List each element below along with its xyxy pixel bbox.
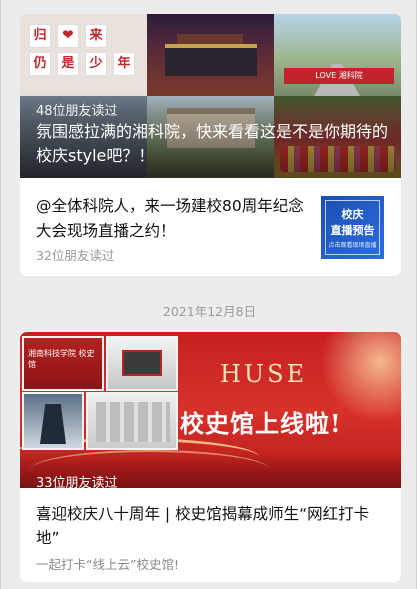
article-card-history-museum[interactable]: 湘南科技学院 校史馆 HUSE 校史馆上线啦! 33位朋友读过 喜迎校庆八十周年… <box>20 332 401 582</box>
char-board: 年 <box>113 52 135 76</box>
brand-text: HUSE <box>220 360 308 388</box>
museum-photo-screen <box>106 336 178 391</box>
livestream-thumbnail[interactable]: 校庆 直播预告 点击观看现场直播 <box>321 196 384 259</box>
gate-shape <box>165 44 257 76</box>
char-board: 是 <box>57 52 79 76</box>
article-cover-museum[interactable]: 湘南科技学院 校史馆 HUSE 校史馆上线啦! 33位朋友读过 <box>20 332 401 488</box>
friends-read-count: 32位朋友读过 <box>36 248 115 263</box>
love-banner: LOVE 湘科院 <box>284 68 394 84</box>
thumbnail-text: 直播预告 <box>330 224 375 237</box>
character-boards: 归 ❤ 来 仍是少年 <box>26 22 146 78</box>
article-digest: 一起打卡“线上云”校史馆! <box>36 557 179 572</box>
cover-photo-characters: 归 ❤ 来 仍是少年 <box>20 14 147 96</box>
hall-shape <box>40 404 66 444</box>
screen-shape <box>122 350 162 376</box>
char-board: 来 <box>85 24 107 48</box>
cover-slogan: 校史馆上线啦! <box>180 409 342 438</box>
museum-photo-sign: 湘南科技学院 校史馆 <box>22 336 104 391</box>
wall-shape <box>96 402 170 442</box>
cover-photo-night-gate <box>147 14 274 96</box>
thumbnail-text: 校庆 <box>341 208 364 221</box>
article-title[interactable]: 喜迎校庆八十周年 | 校史馆揭幕成师生“网红打卡地” <box>36 502 388 550</box>
article-cover-collage[interactable]: 归 ❤ 来 仍是少年 LOVE 湘科院 48位朋友读过 氛围感拉满的湘科院，快来看看… <box>20 14 401 178</box>
friends-read-count: 33位朋友读过 <box>36 476 118 488</box>
date-separator: 2021年12月8日 <box>162 304 257 319</box>
museum-photo-wall <box>86 392 178 450</box>
article-title-livestream[interactable]: @全体科院人，来一场建校80周年纪念大会现场直播之约！ <box>36 194 311 244</box>
museum-photo-hall <box>22 392 84 450</box>
thumbnail-subtext: 点击观看现场直播 <box>328 242 377 249</box>
cover-photo-campus-road: LOVE 湘科院 <box>274 14 401 96</box>
char-board: 仍 <box>29 52 51 76</box>
char-board: 归 <box>29 24 51 48</box>
article-title[interactable]: 氛围感拉满的湘科院，快来看看这是不是你期待的校庆style吧？！ <box>36 120 388 168</box>
article-card-anniversary-style[interactable]: 归 ❤ 来 仍是少年 LOVE 湘科院 48位朋友读过 氛围感拉满的湘科院，快来看看… <box>20 14 401 276</box>
char-board: 少 <box>85 52 107 76</box>
museum-sign-text: 湘南科技学院 校史馆 <box>28 349 95 369</box>
friends-read-count: 48位朋友读过 <box>36 104 118 119</box>
char-board: ❤ <box>57 24 79 48</box>
